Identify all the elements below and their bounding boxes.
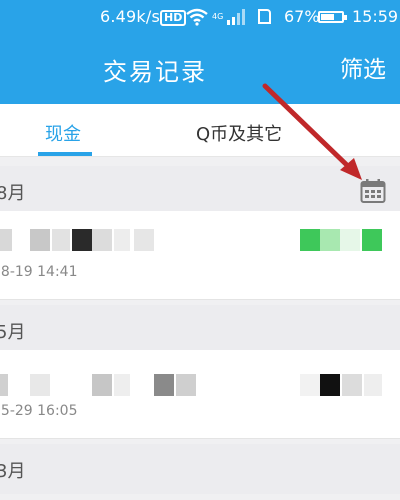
- network-speed: 6.49k/s: [100, 7, 161, 26]
- redacted-text: [92, 229, 112, 251]
- section-header: 5月: [0, 305, 400, 355]
- signal-type-label: 4G: [212, 12, 224, 21]
- redacted-amount: [320, 374, 340, 396]
- signal-icon: [227, 9, 245, 25]
- redacted-text: [176, 374, 196, 396]
- redacted-amount: [342, 374, 362, 396]
- wifi-icon: [186, 8, 208, 26]
- redacted-text: [134, 229, 154, 251]
- redacted-text: [30, 374, 50, 396]
- transaction-record[interactable]: 08-19 14:41: [0, 211, 400, 300]
- record-time: 05-29 16:05: [0, 403, 78, 419]
- redacted-text: [114, 229, 130, 251]
- calendar-icon[interactable]: [360, 178, 386, 204]
- tab-bar: 现金 Q币及其它: [0, 104, 400, 157]
- battery-icon: [318, 11, 347, 23]
- filter-button[interactable]: 筛选: [340, 50, 386, 84]
- redacted-text: [92, 374, 112, 396]
- battery-percent: 67%: [284, 7, 320, 26]
- redacted-text: [0, 229, 12, 251]
- clock: 15:59: [352, 7, 399, 26]
- redacted-text: [52, 229, 70, 251]
- redacted-text: [30, 229, 50, 251]
- redacted-amount: [364, 374, 382, 396]
- record-time: 08-19 14:41: [0, 264, 78, 280]
- tab-cash[interactable]: 现金: [45, 120, 81, 146]
- section-month-label: 8月: [0, 183, 26, 204]
- redacted-text: [0, 374, 8, 396]
- app-header: 交易记录 筛选: [0, 36, 400, 104]
- redacted-amount: [320, 229, 340, 251]
- redacted-amount: [300, 229, 320, 251]
- section-month-label: 3月: [0, 461, 26, 482]
- section-header: 8月: [0, 166, 400, 216]
- redacted-amount: [340, 229, 360, 251]
- status-bar: 6.49k/s HD 4G 67% 15:59: [0, 0, 400, 36]
- active-tab-indicator: [38, 152, 92, 156]
- section-month-label: 5月: [0, 322, 26, 343]
- transaction-record[interactable]: 05-29 16:05: [0, 350, 400, 439]
- redacted-text: [114, 374, 130, 396]
- redacted-amount: [362, 229, 382, 251]
- hd-badge: HD: [160, 10, 187, 26]
- redacted-text: [154, 374, 174, 396]
- tab-qcoin-and-others[interactable]: Q币及其它: [196, 120, 282, 146]
- alarm-icon: [258, 9, 271, 24]
- battery-level-fill: [321, 14, 335, 20]
- section-header: 3月: [0, 444, 400, 494]
- redacted-text: [72, 229, 92, 251]
- redacted-amount: [300, 374, 320, 396]
- page-title: 交易记录: [103, 58, 207, 86]
